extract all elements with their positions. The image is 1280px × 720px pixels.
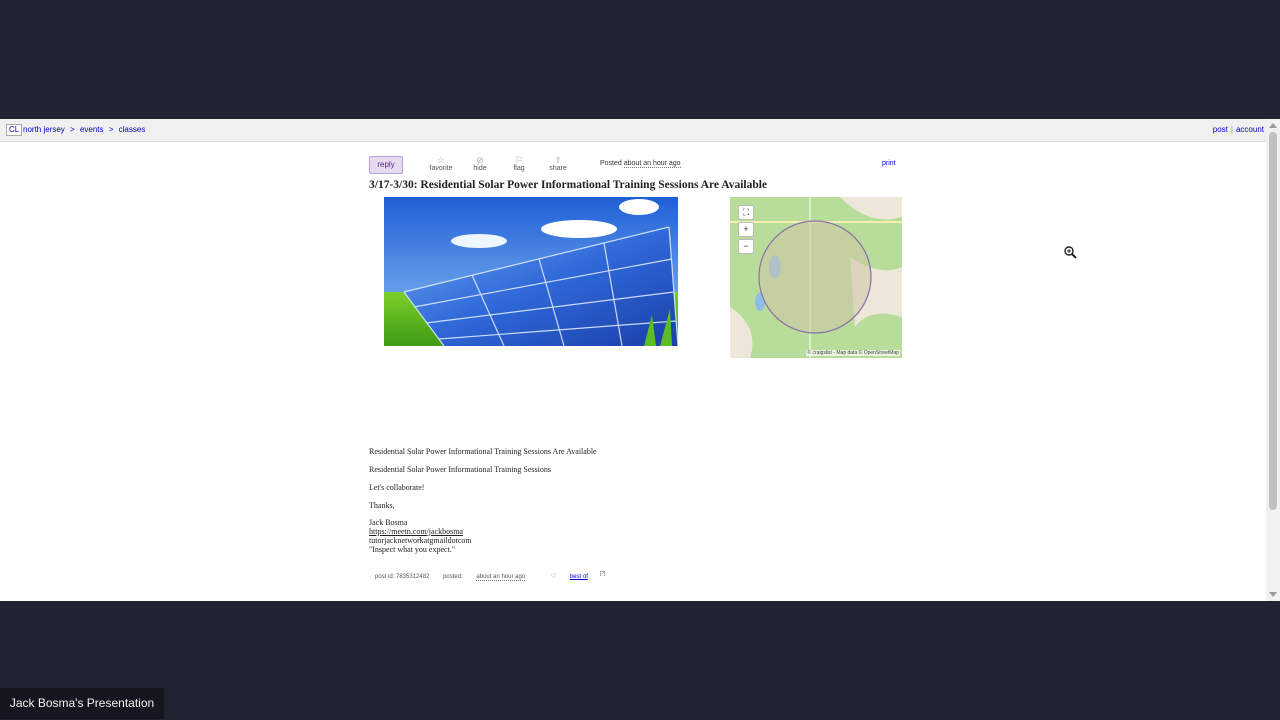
heart-icon: ♡ <box>550 574 557 580</box>
scrollbar-thumb[interactable] <box>1269 132 1277 510</box>
flag-label: flag <box>513 165 525 172</box>
craigslist-logo[interactable]: CL <box>6 124 23 136</box>
share-icon: ⇧ <box>554 155 562 165</box>
zoom-out-button[interactable]: − <box>738 239 754 254</box>
scroll-down-icon[interactable] <box>1269 592 1277 597</box>
post-link[interactable]: post <box>1213 125 1228 134</box>
footer-posted: posted: about an hour ago <box>443 574 537 581</box>
posted-time: about an hour ago <box>623 160 681 168</box>
posted-info: Posted about an hour ago <box>600 160 681 168</box>
posted-label: Posted <box>600 160 622 167</box>
location-map[interactable]: ⛶ + − © craigslist - Map data © OpenStre… <box>730 197 902 358</box>
breadcrumb-separator: > <box>70 125 75 134</box>
footer-posted-label: posted: <box>443 574 463 580</box>
share-button[interactable]: ⇧ share <box>543 155 573 172</box>
best-of: ♡ best of [?] <box>550 571 606 580</box>
scroll-up-icon[interactable] <box>1269 123 1277 128</box>
flag-button[interactable]: ⚐ flag <box>504 155 534 172</box>
body-line-2: Residential Solar Power Informational Tr… <box>369 465 551 474</box>
body-line-3: Let's collaborate! <box>369 483 425 492</box>
solar-panel-image[interactable] <box>384 197 678 346</box>
breadcrumb-classes[interactable]: classes <box>119 125 146 134</box>
author-quote: "Inspect what you expect." <box>369 545 456 554</box>
body-line-4: Thanks, <box>369 501 395 510</box>
reply-button[interactable]: reply <box>369 156 403 174</box>
star-icon: ☆ <box>436 155 446 165</box>
author-link[interactable]: https://meetn.com/jackbosma <box>369 527 463 536</box>
map-attribution: © craigslist - Map data © OpenStreetMap <box>806 350 900 356</box>
flag-icon: ⚐ <box>514 155 524 165</box>
best-of-help[interactable]: [?] <box>600 571 606 577</box>
author-name: Jack Bosma <box>369 518 408 527</box>
best-of-link[interactable]: best of <box>570 574 588 580</box>
vertical-scrollbar[interactable] <box>1266 119 1280 601</box>
post-title: 3/17-3/30: Residential Solar Power Infor… <box>369 179 768 191</box>
hide-icon: ⊘ <box>476 155 484 165</box>
zoom-in-button[interactable]: + <box>738 222 754 237</box>
fullscreen-button[interactable]: ⛶ <box>738 205 754 220</box>
breadcrumb-north-jersey[interactable]: north jersey <box>23 125 65 134</box>
favorite-button[interactable]: ☆ favorite <box>426 155 456 172</box>
share-label: share <box>549 165 567 172</box>
breadcrumb: north jersey > events > classes <box>23 125 148 134</box>
presenter-label: Jack Bosma's Presentation <box>0 688 164 719</box>
favorite-label: favorite <box>429 165 453 172</box>
hide-label: hide <box>473 165 487 172</box>
browser-content: CL north jersey > events > classes post |… <box>0 119 1280 601</box>
account-links: post | account <box>1213 125 1264 134</box>
breadcrumb-events[interactable]: events <box>80 125 104 134</box>
top-bar: CL north jersey > events > classes post |… <box>0 119 1266 142</box>
post-footer: post id: 7835312482 posted: about an hou… <box>375 571 617 581</box>
body-line-1: Residential Solar Power Informational Tr… <box>369 447 597 456</box>
account-link[interactable]: account <box>1236 125 1264 134</box>
author-email: tutorjacknetworkatgmaildotcom <box>369 536 472 545</box>
divider: | <box>1230 125 1233 134</box>
post-id: post id: 7835312482 <box>375 574 430 580</box>
hide-button[interactable]: ⊘ hide <box>465 155 495 172</box>
breadcrumb-separator: > <box>108 125 114 134</box>
zoom-cursor-icon <box>1064 246 1077 264</box>
print-link[interactable]: print <box>882 160 896 167</box>
footer-posted-time: about an hour ago <box>476 574 526 581</box>
